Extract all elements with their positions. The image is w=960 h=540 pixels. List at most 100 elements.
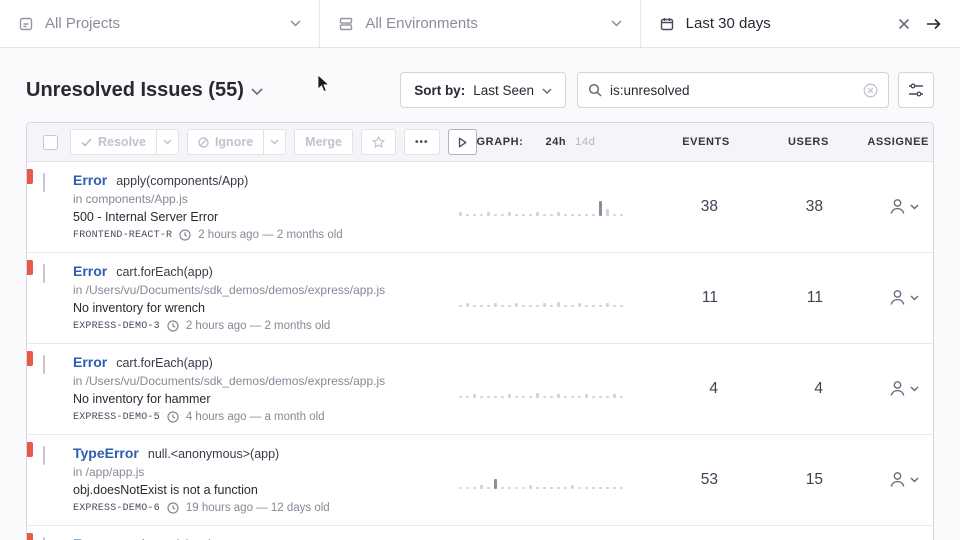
events-column-header: EVENTS [647, 136, 738, 148]
clear-daterange-icon[interactable] [898, 18, 910, 30]
display-options-button[interactable] [898, 72, 934, 108]
spark-bar [508, 305, 511, 307]
spark-bar [459, 305, 462, 307]
sparkline [453, 289, 633, 307]
clear-search-icon[interactable] [863, 83, 878, 98]
issue-row[interactable]: Error apply(components/App) in component… [27, 162, 933, 252]
issue-culprit: null.<anonymous>(app) [148, 447, 279, 461]
spark-bar [571, 214, 574, 216]
issue-row[interactable]: Error cart.forEach(app) in /Users/vu/Doc… [27, 525, 933, 540]
merge-button[interactable]: Merge [294, 129, 353, 155]
assignee-selector[interactable] [833, 288, 933, 307]
issue-title-link[interactable]: Error [73, 263, 107, 279]
issue-title-link[interactable]: Error [73, 354, 107, 370]
page-title[interactable]: Unresolved Issues (55) [26, 79, 263, 102]
calendar-icon [659, 16, 675, 32]
spark-bar [501, 487, 504, 489]
project-selector[interactable]: All Projects [0, 0, 320, 47]
search-input[interactable] [610, 83, 855, 98]
issue-row[interactable]: Error cart.forEach(app) in /Users/vu/Doc… [27, 252, 933, 343]
global-filter-bar: All Projects All Environments Last 30 da… [0, 0, 960, 48]
row-checkbox-cell [27, 536, 73, 540]
spark-bar [543, 214, 546, 216]
sort-prefix-label: Sort by: [414, 83, 465, 98]
issue-path: in /Users/vu/Documents/sdk_demos/demos/e… [73, 374, 445, 388]
assignee-selector[interactable] [833, 470, 933, 489]
spark-bar [536, 305, 539, 307]
arrow-right-icon[interactable] [926, 18, 942, 30]
issue-summary: TypeError null.<anonymous>(app) in /app/… [73, 445, 453, 514]
chevron-down-icon [611, 20, 622, 27]
ignore-dropdown-button[interactable] [264, 129, 286, 155]
spark-bar [522, 214, 525, 216]
row-checkbox-cell [27, 354, 73, 423]
person-icon [888, 470, 907, 489]
issue-short-id: EXPRESS-DEMO-3 [73, 321, 160, 332]
spark-bar [557, 487, 560, 489]
issue-path: in components/App.js [73, 192, 445, 206]
clock-icon [167, 411, 179, 423]
spark-bar [557, 394, 560, 397]
assignee-selector[interactable] [833, 379, 933, 398]
assignee-column-header: ASSIGNEE [838, 136, 933, 148]
spark-bar [473, 487, 476, 489]
spark-bar [543, 303, 546, 306]
issue-title-link[interactable]: Error [73, 536, 107, 540]
sort-button[interactable]: Sort by: Last Seen [400, 72, 566, 108]
row-checkbox[interactable] [43, 264, 45, 283]
sparkline [453, 471, 633, 489]
issue-title-link[interactable]: Error [73, 172, 107, 188]
spark-bar [466, 214, 469, 216]
realtime-play-button[interactable] [448, 129, 477, 155]
daterange-selector[interactable]: Last 30 days [641, 0, 960, 47]
spark-bar [620, 214, 623, 216]
row-checkbox[interactable] [43, 446, 45, 465]
play-icon [458, 137, 467, 148]
issue-row[interactable]: Error cart.forEach(app) in /Users/vu/Doc… [27, 343, 933, 434]
issue-short-id: EXPRESS-DEMO-5 [73, 412, 160, 423]
spark-bar [487, 487, 490, 489]
chevron-down-icon [251, 88, 263, 96]
unhandled-indicator [27, 533, 33, 540]
check-icon [81, 138, 92, 147]
row-checkbox[interactable] [43, 355, 45, 374]
ignore-button[interactable]: Ignore [187, 129, 264, 155]
spark-bar [578, 396, 581, 398]
issue-path: in /Users/vu/Documents/sdk_demos/demos/e… [73, 283, 445, 297]
spark-bar [536, 487, 539, 489]
spark-bar [508, 487, 511, 489]
row-checkbox[interactable] [43, 173, 45, 192]
spark-bar [529, 214, 532, 216]
environment-selector[interactable]: All Environments [320, 0, 640, 47]
issue-title-link[interactable]: TypeError [73, 445, 139, 461]
project-selector-label: All Projects [45, 15, 120, 32]
issue-row[interactable]: TypeError null.<anonymous>(app) in /app/… [27, 434, 933, 525]
assignee-selector[interactable] [833, 197, 933, 216]
select-all-checkbox[interactable] [43, 135, 58, 150]
ellipsis-icon: ••• [415, 137, 429, 148]
spark-bar [501, 214, 504, 216]
resolve-button-label: Resolve [98, 135, 146, 149]
spark-bar [557, 212, 560, 215]
spark-bar [494, 303, 497, 306]
issues-panel: Resolve Ignore Merge [26, 122, 934, 540]
sparkline [453, 198, 633, 216]
spark-bar [613, 487, 616, 489]
spark-bar [515, 214, 518, 216]
spark-bar [508, 394, 511, 397]
spark-bar [606, 303, 609, 306]
unhandled-indicator [27, 351, 33, 366]
graph-range-24h[interactable]: 24h [546, 136, 567, 148]
spark-bar [487, 396, 490, 398]
spark-bar [550, 214, 553, 216]
resolve-dropdown-button[interactable] [157, 129, 179, 155]
resolve-button[interactable]: Resolve [70, 129, 157, 155]
more-actions-button[interactable]: ••• [404, 129, 440, 155]
spark-bar [578, 303, 581, 306]
bookmark-button[interactable] [361, 129, 396, 155]
graph-range-14d[interactable]: 14d [575, 136, 595, 148]
graph-label: GRAPH: [477, 136, 524, 148]
clock-icon [179, 229, 191, 241]
spark-bar [571, 305, 574, 307]
spark-bar [564, 214, 567, 216]
